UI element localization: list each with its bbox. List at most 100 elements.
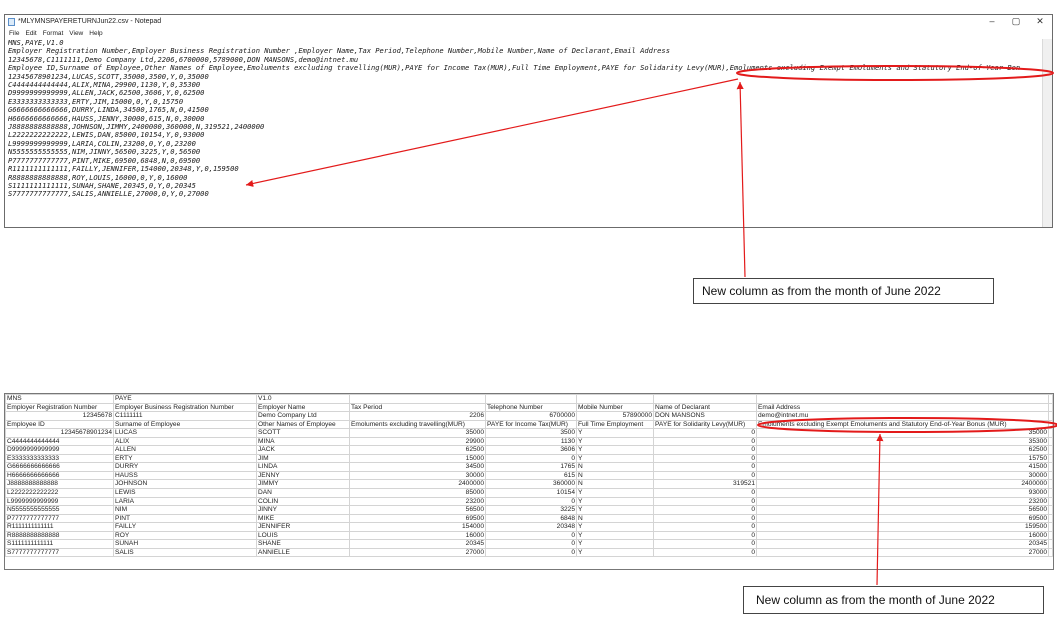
menu-format[interactable]: Format — [43, 30, 64, 37]
header-cell[interactable]: MNS — [5, 394, 114, 404]
table-cell[interactable]: 2400000 — [349, 479, 486, 489]
table-cell[interactable]: 30000 — [756, 470, 1049, 481]
header-cell[interactable]: PAYE for Solidarity Levy(MUR) — [653, 419, 757, 430]
table-cell[interactable]: 0 — [653, 462, 757, 472]
header-cell[interactable]: Surname of Employee — [113, 419, 257, 430]
header-cell[interactable]: Tax Period — [349, 402, 486, 413]
table-cell[interactable]: 41500 — [756, 462, 1049, 472]
table-cell[interactable]: SALIS — [113, 547, 257, 558]
table-cell[interactable]: 69500 — [349, 513, 486, 524]
header-cell[interactable]: PAYE for Income Tax(MUR) — [485, 419, 577, 430]
table-cell[interactable]: LOUIS — [256, 530, 350, 541]
table-cell[interactable]: 0 — [485, 539, 577, 549]
header-cell[interactable]: Demo Company Ltd — [256, 411, 350, 421]
table-cell[interactable]: L2222222222222 — [5, 488, 114, 498]
table-cell[interactable]: 0 — [485, 453, 577, 464]
table-cell[interactable]: S1111111111111 — [5, 539, 114, 549]
table-cell[interactable]: 0 — [653, 530, 757, 541]
table-cell[interactable]: N — [576, 470, 654, 481]
header-cell[interactable]: Emoluments excluding travelling(MUR) — [349, 419, 486, 430]
header-cell[interactable] — [653, 394, 757, 404]
table-cell[interactable]: 69500 — [756, 513, 1049, 524]
table-cell[interactable]: 35000 — [756, 428, 1049, 438]
table-cell[interactable]: NIM — [113, 505, 257, 515]
table-cell[interactable]: 0 — [653, 539, 757, 549]
table-cell[interactable]: ALLEN — [113, 445, 257, 455]
empty-cell[interactable] — [1048, 470, 1053, 481]
table-cell[interactable]: Y — [576, 539, 654, 549]
table-cell[interactable]: N — [576, 513, 654, 524]
table-cell[interactable]: MIKE — [256, 513, 350, 524]
table-cell[interactable]: 0 — [653, 488, 757, 498]
table-cell[interactable]: SHANE — [256, 539, 350, 549]
table-cell[interactable]: E3333333333333 — [5, 453, 114, 464]
table-cell[interactable]: HAUSS — [113, 470, 257, 481]
table-cell[interactable]: N — [576, 479, 654, 489]
table-cell[interactable]: 0 — [653, 436, 757, 447]
table-cell[interactable]: 12345678901234 — [5, 428, 114, 438]
header-cell[interactable]: V1.0 — [256, 394, 350, 404]
header-cell[interactable]: 57890000 — [576, 411, 654, 421]
table-cell[interactable]: 20348 — [485, 522, 577, 532]
empty-cell[interactable] — [1048, 530, 1053, 541]
table-cell[interactable]: 23200 — [349, 496, 486, 507]
table-cell[interactable]: S7777777777777 — [5, 547, 114, 558]
table-cell[interactable]: 154000 — [349, 522, 486, 532]
table-cell[interactable]: 0 — [485, 547, 577, 558]
table-cell[interactable]: 0 — [653, 470, 757, 481]
table-cell[interactable]: Y — [576, 496, 654, 507]
table-cell[interactable]: 3500 — [485, 428, 577, 438]
table-cell[interactable]: JACK — [256, 445, 350, 455]
maximize-button[interactable]: ▢ — [1004, 15, 1028, 28]
empty-cell[interactable] — [1048, 505, 1053, 515]
table-cell[interactable]: 0 — [485, 496, 577, 507]
table-cell[interactable]: ALIX — [113, 436, 257, 447]
table-cell[interactable]: N — [576, 462, 654, 472]
menu-edit[interactable]: Edit — [25, 30, 36, 37]
table-cell[interactable]: 20345 — [756, 539, 1049, 549]
table-cell[interactable]: LARIA — [113, 496, 257, 507]
table-cell[interactable]: 20345 — [349, 539, 486, 549]
table-cell[interactable]: MINA — [256, 436, 350, 447]
header-cell[interactable]: Employee ID — [5, 419, 114, 430]
header-cell[interactable] — [1048, 411, 1053, 421]
table-cell[interactable]: 615 — [485, 470, 577, 481]
table-cell[interactable]: 27000 — [756, 547, 1049, 558]
table-cell[interactable]: 3606 — [485, 445, 577, 455]
header-cell[interactable]: 6700000 — [485, 411, 577, 421]
table-cell[interactable]: SUNAH — [113, 539, 257, 549]
table-cell[interactable]: N5555555555555 — [5, 505, 114, 515]
table-cell[interactable]: JIMMY — [256, 479, 350, 489]
header-cell[interactable] — [1048, 419, 1053, 430]
table-cell[interactable]: 6848 — [485, 513, 577, 524]
header-cell[interactable]: Mobile Number — [576, 402, 654, 413]
table-cell[interactable]: ANNIELLE — [256, 547, 350, 558]
table-cell[interactable]: D9999999999999 — [5, 445, 114, 455]
table-cell[interactable]: L9999999999999 — [5, 496, 114, 507]
table-cell[interactable]: 0 — [653, 505, 757, 515]
table-cell[interactable]: Y — [576, 547, 654, 558]
table-cell[interactable]: Y — [576, 428, 654, 438]
table-cell[interactable]: Y — [576, 445, 654, 455]
header-cell[interactable]: Full Time Employment — [576, 419, 654, 430]
header-cell[interactable]: DON MANSONS — [653, 411, 757, 421]
table-cell[interactable]: 15750 — [756, 453, 1049, 464]
header-cell[interactable]: Other Names of Employee — [256, 419, 350, 430]
table-cell[interactable]: Y — [576, 522, 654, 532]
header-cell[interactable] — [1048, 402, 1053, 413]
table-cell[interactable]: JINNY — [256, 505, 350, 515]
table-cell[interactable]: PINT — [113, 513, 257, 524]
menu-help[interactable]: Help — [89, 30, 102, 37]
table-cell[interactable]: 0 — [653, 522, 757, 532]
table-cell[interactable]: Y — [576, 488, 654, 498]
table-cell[interactable]: 35000 — [349, 428, 486, 438]
header-cell[interactable] — [576, 394, 654, 404]
header-cell[interactable]: Name of Declarant — [653, 402, 757, 413]
table-cell[interactable]: Y — [576, 453, 654, 464]
table-cell[interactable]: 62500 — [349, 445, 486, 455]
table-cell[interactable]: JENNIFER — [256, 522, 350, 532]
table-cell[interactable]: 27000 — [349, 547, 486, 558]
empty-cell[interactable] — [1048, 547, 1053, 558]
table-cell[interactable]: H6666666666666 — [5, 470, 114, 481]
table-cell[interactable]: 16000 — [756, 530, 1049, 541]
